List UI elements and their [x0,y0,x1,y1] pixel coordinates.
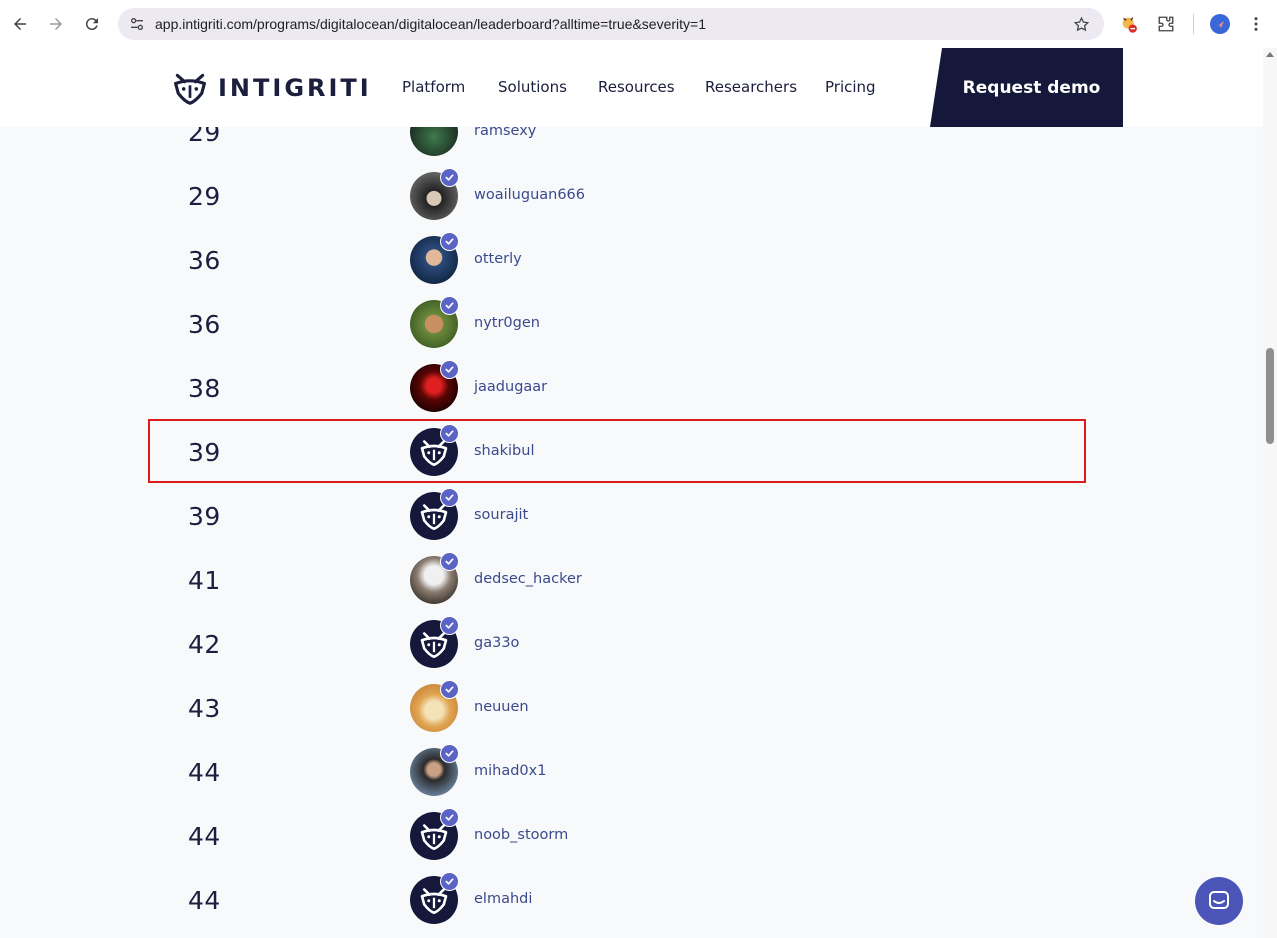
leaderboard-row: 39 shakibul [150,420,1086,484]
rank: 38 [188,374,221,403]
verified-icon [440,552,459,571]
rank: 36 [188,246,221,275]
username-link[interactable]: dedsec_hacker [474,571,582,587]
rank: 44 [188,822,221,851]
leaderboard-row: 44 noob_stoorm [150,804,1086,868]
rank: 39 [188,502,221,531]
leaderboard-row: 43 neuuen [150,676,1086,740]
verified-icon [440,680,459,699]
username-link[interactable]: mihad0x1 [474,763,546,779]
verified-icon [440,872,459,891]
rank: 41 [188,566,221,595]
chat-button[interactable] [1195,877,1243,925]
nav-resources[interactable]: Resources [598,78,675,96]
leaderboard-row: 38 jaadugaar [150,356,1086,420]
rank: 44 [188,886,221,915]
scroll-thumb[interactable] [1266,348,1274,444]
leaderboard-row: 36 nytr0gen [150,292,1086,356]
rank: 42 [188,630,221,659]
verified-icon [440,296,459,315]
rank: 44 [188,758,221,787]
scrollbar[interactable] [1263,48,1277,938]
nav-researchers[interactable]: Researchers [705,78,797,96]
intigriti-logo-icon [174,73,206,105]
username-link[interactable]: jaadugaar [474,379,547,395]
leaderboard-row: 42 ga33o [150,612,1086,676]
leaderboard-row: 44 elmahdi [150,868,1086,932]
username-link[interactable]: noob_stoorm [474,827,568,843]
verified-icon [440,232,459,251]
username-link[interactable]: woailuguan666 [474,187,585,203]
username-link[interactable]: nytr0gen [474,315,540,331]
username-link[interactable]: neuuen [474,699,529,715]
username-link[interactable]: elmahdi [474,891,532,907]
rank: 43 [188,694,221,723]
leaderboard-row: 29 woailuguan666 [150,164,1086,228]
scroll-up-icon[interactable] [1266,51,1274,57]
username-link[interactable]: sourajit [474,507,528,523]
leaderboard-row: 44 mihad0x1 [150,740,1086,804]
verified-icon [440,488,459,507]
rank: 29 [188,182,221,211]
leaderboard: 29 ramsexy 29 woailuguan666 36 otterly 36 nytr0… [0,0,1263,938]
username-link[interactable]: shakibul [474,443,534,459]
request-demo-button[interactable]: Request demo [930,48,1123,127]
nav-solutions[interactable]: Solutions [498,78,567,96]
verified-icon [440,168,459,187]
leaderboard-row: 41 dedsec_hacker [150,548,1086,612]
verified-icon [440,616,459,635]
verified-icon [440,808,459,827]
username-link[interactable]: ga33o [474,635,519,651]
intigriti-logo[interactable]: INTIGRITI [172,70,372,106]
logo-text: INTIGRITI [218,74,372,102]
verified-icon [440,360,459,379]
nav-platform[interactable]: Platform [402,78,465,96]
rank: 36 [188,310,221,339]
leaderboard-row: 36 otterly [150,228,1086,292]
leaderboard-row: 39 sourajit [150,484,1086,548]
rank: 39 [188,438,221,467]
verified-icon [440,744,459,763]
verified-icon [440,424,459,443]
chat-icon [1209,891,1229,909]
nav-pricing[interactable]: Pricing [825,78,876,96]
site-header: INTIGRITI Platform Solutions Resources R… [0,48,1263,127]
username-link[interactable]: otterly [474,251,522,267]
